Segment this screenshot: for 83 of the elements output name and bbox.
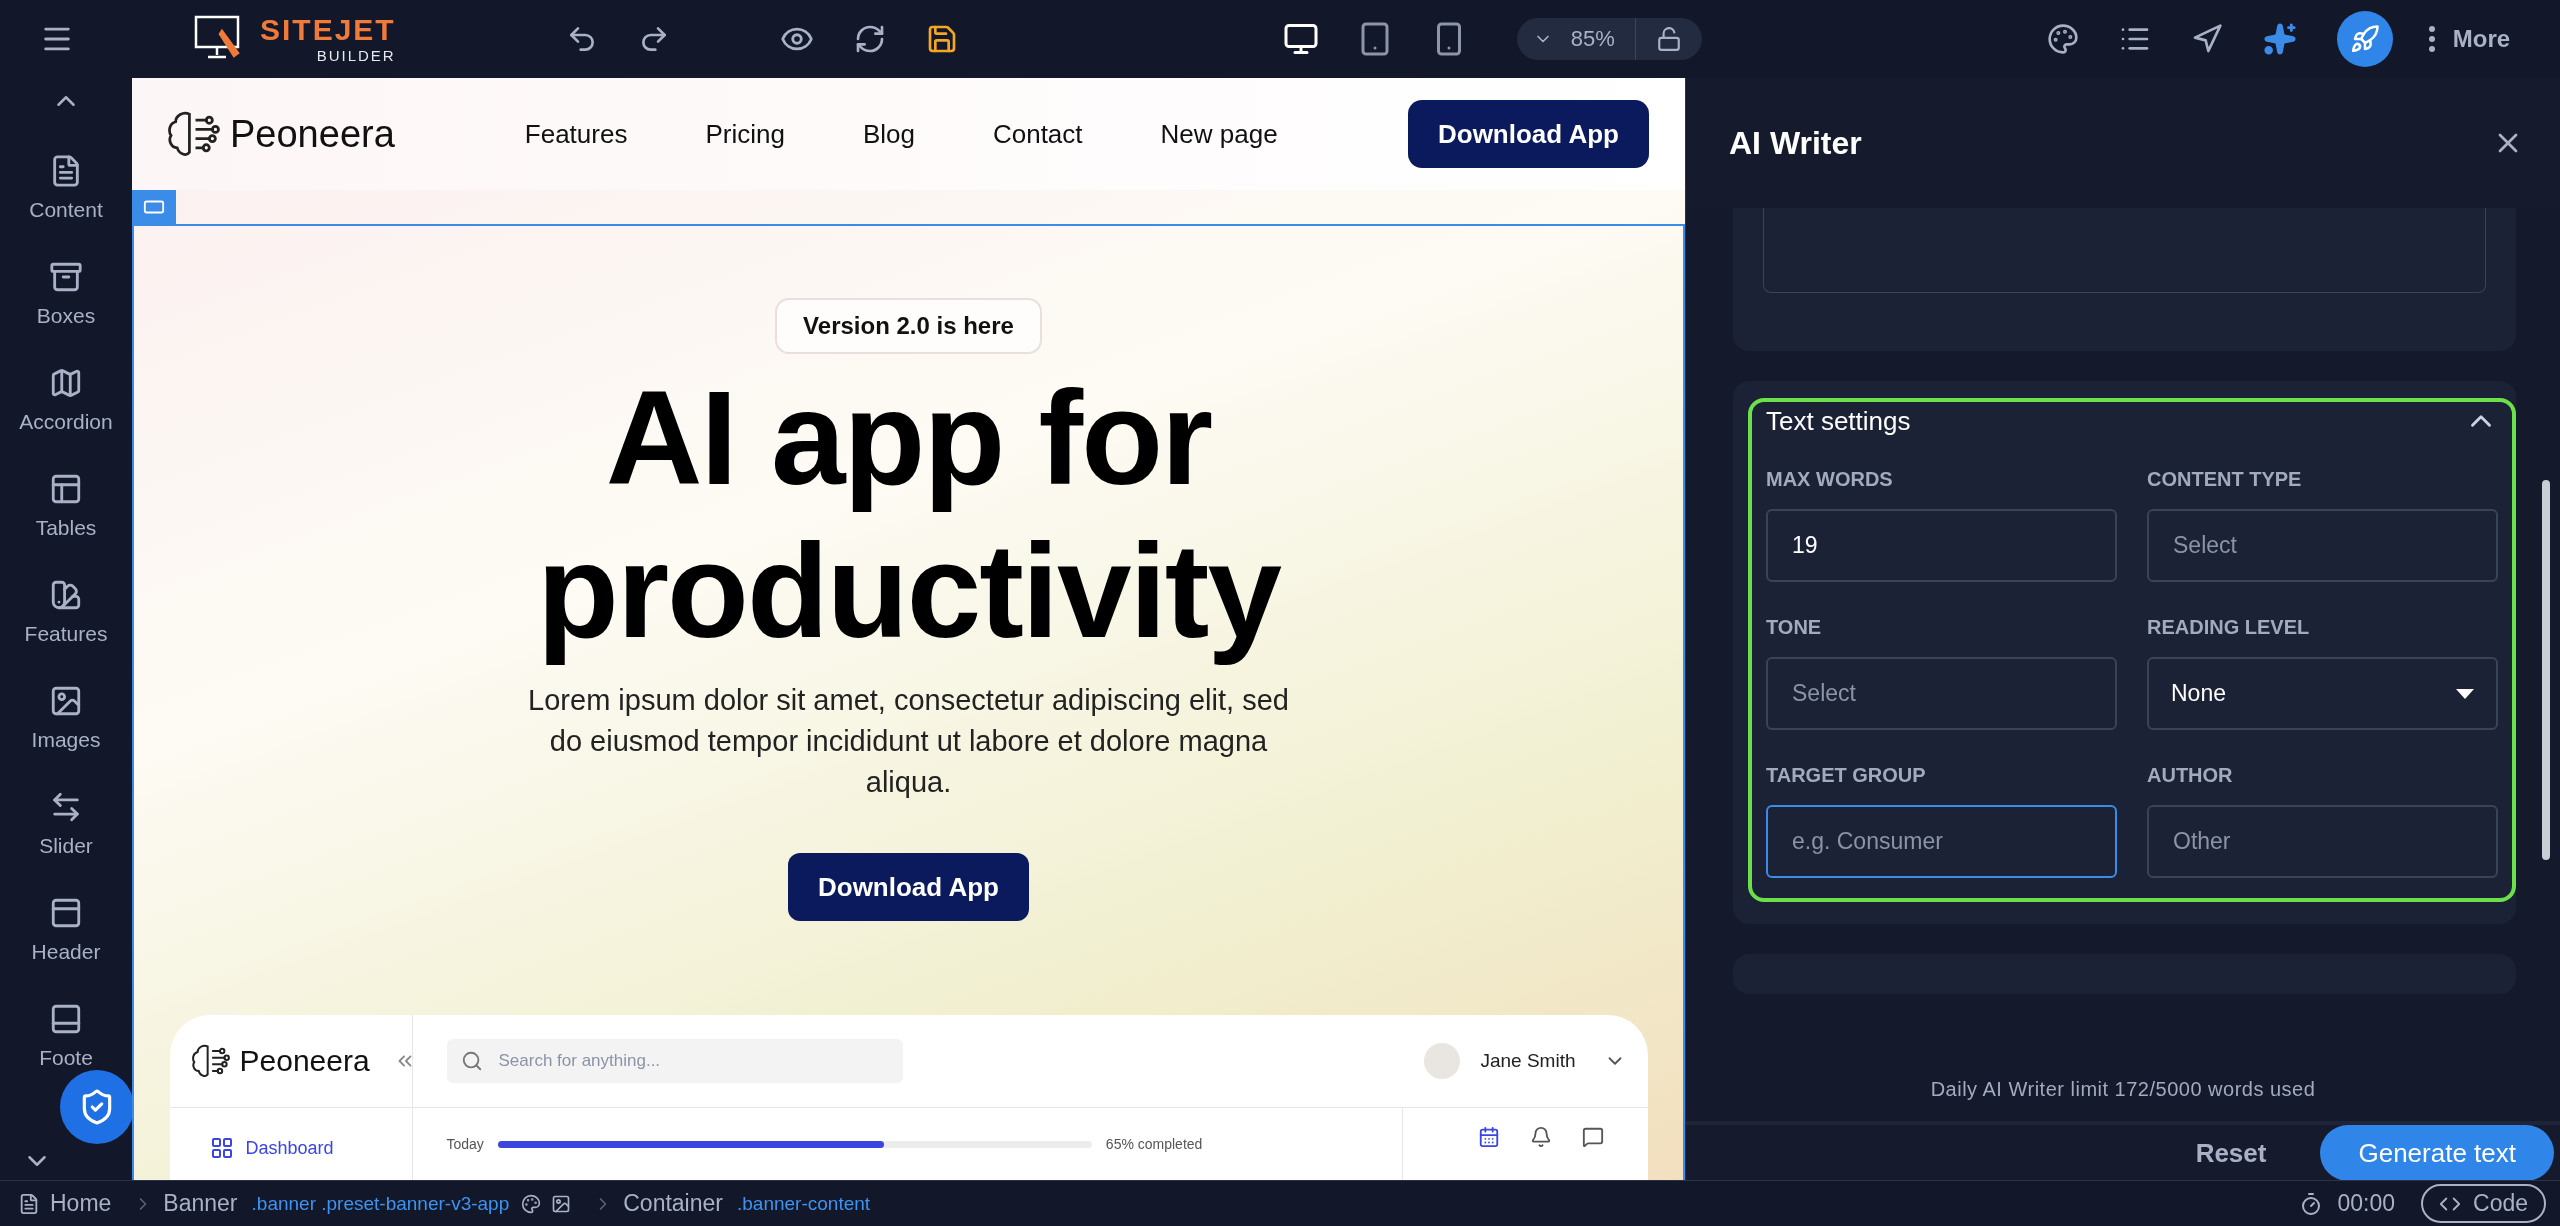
breadcrumb-item[interactable]: Container — [623, 1190, 723, 1217]
input-field[interactable]: e.g. Consumer — [1766, 805, 2117, 878]
caret-icon — [2456, 688, 2474, 699]
sidebar-item[interactable]: Slider — [39, 790, 93, 858]
hero-text: Lorem ipsum dolor sit amet, consectetur adipiscing elit, sed do eiusmod tempor incididunt ut labore et dolore magna aliqua. — [527, 682, 1290, 800]
map-icon — [49, 366, 83, 400]
input-field[interactable]: Select — [1766, 657, 2117, 730]
palette-icon — [2046, 23, 2079, 55]
padlock-icon — [1655, 26, 1682, 52]
field-label: READING LEVEL — [2147, 616, 2311, 639]
desktop-view-button[interactable] — [1282, 21, 1319, 57]
layout-icon — [49, 472, 83, 506]
sidebar-item[interactable]: Tables — [35, 472, 97, 540]
more-button[interactable]: More — [2422, 24, 2517, 54]
site-nav-link[interactable]: Blog — [862, 118, 915, 150]
search-icon — [460, 1050, 483, 1072]
site-nav-link[interactable]: Contact — [992, 118, 1083, 150]
class-names: .banner-content — [737, 1192, 871, 1215]
section-handle[interactable] — [132, 190, 176, 224]
site-brand: Peoneera — [230, 112, 395, 156]
site-nav-link[interactable]: Features — [524, 118, 628, 150]
section-title: Text settings — [1766, 405, 1911, 437]
archive-box-icon — [49, 260, 83, 294]
usage-limit-text: Daily AI Writer limit 172/5000 words used — [1929, 1077, 2317, 1102]
bell-icon[interactable] — [1529, 1126, 1552, 1148]
scrollbar[interactable] — [2542, 480, 2550, 860]
panel-title: AI Writer — [1729, 124, 1862, 162]
swatch-icon — [49, 578, 83, 612]
sidebar-item[interactable]: Images — [31, 684, 101, 752]
reset-button[interactable]: Reset — [2189, 1136, 2273, 1170]
generate-text-button[interactable]: Generate text — [2320, 1125, 2554, 1180]
dots-icon — [2428, 26, 2435, 52]
rocket-icon — [2349, 24, 2380, 54]
field-label: TARGET GROUP — [1766, 764, 1927, 787]
site-nav-link[interactable]: Pricing — [705, 118, 785, 150]
logo-subtitle: BUILDER — [316, 48, 396, 63]
field-label: CONTENT TYPE — [2147, 468, 2303, 491]
version-badge: Version 2.0 is here — [775, 298, 1042, 354]
avatar — [1424, 1043, 1461, 1079]
sidebar-item[interactable]: Header — [31, 896, 101, 964]
progress-label: Today — [446, 1136, 484, 1152]
code-button[interactable]: Code — [2421, 1184, 2546, 1223]
breadcrumb-item[interactable]: Home — [50, 1190, 112, 1217]
sparkles-button[interactable] — [2262, 22, 2297, 56]
calendar-icon[interactable] — [1477, 1126, 1500, 1148]
sparkles-icon — [2262, 22, 2297, 56]
file-icon — [18, 1192, 40, 1215]
sidebar-item[interactable]: Features — [24, 578, 108, 646]
image-icon[interactable] — [551, 1193, 572, 1214]
image-icon — [49, 684, 83, 718]
sidebar-item[interactable]: Boxes — [36, 260, 96, 328]
input-field[interactable]: Select — [2147, 509, 2498, 582]
download-app-button[interactable]: Download App — [788, 853, 1029, 921]
message-icon[interactable] — [1581, 1126, 1604, 1148]
search-field[interactable]: Search for anything... — [496, 1050, 889, 1072]
brain-logo-icon — [191, 1042, 230, 1080]
field-label: AUTHOR — [2147, 764, 2234, 787]
dashboard-nav-item[interactable]: Dashboard — [209, 1136, 334, 1160]
sidebar-item[interactable]: Foote — [39, 1002, 93, 1070]
palette-button[interactable] — [2046, 23, 2079, 55]
input-field[interactable]: 19 — [1766, 509, 2117, 582]
breadcrumb-item[interactable]: Banner — [163, 1190, 238, 1217]
user-name: Jane Smith — [1480, 1050, 1576, 1072]
window-icon — [49, 896, 83, 930]
desktop-icon — [1282, 21, 1319, 57]
timer-text: 00:00 — [2337, 1190, 2395, 1217]
progress-reading: 65% completed — [1105, 1136, 1203, 1152]
dropdown[interactable]: None — [2147, 657, 2498, 730]
field-label: TONE — [1766, 616, 1823, 639]
site-nav-link[interactable]: New page — [1160, 118, 1278, 150]
search-bar[interactable]: Search for anything... — [446, 1039, 903, 1083]
logo-title: SITEJET — [260, 15, 396, 45]
class-names: .banner .preset-banner-v3-app — [251, 1192, 510, 1215]
sidebar-item[interactable]: Accordion — [19, 366, 113, 434]
sidebar-item[interactable]: Content — [29, 154, 103, 222]
field-label: MAX WORDS — [1766, 468, 1894, 491]
dashboard-brand: Peoneera — [239, 1044, 370, 1078]
download-app-button[interactable]: Download App — [1408, 100, 1649, 168]
input-field[interactable]: Other — [2147, 805, 2498, 878]
hero-heading: AI app for productivity — [536, 362, 1282, 667]
grid-icon — [209, 1136, 234, 1160]
panel-icon — [49, 1002, 83, 1036]
palette-icon[interactable] — [521, 1193, 542, 1214]
